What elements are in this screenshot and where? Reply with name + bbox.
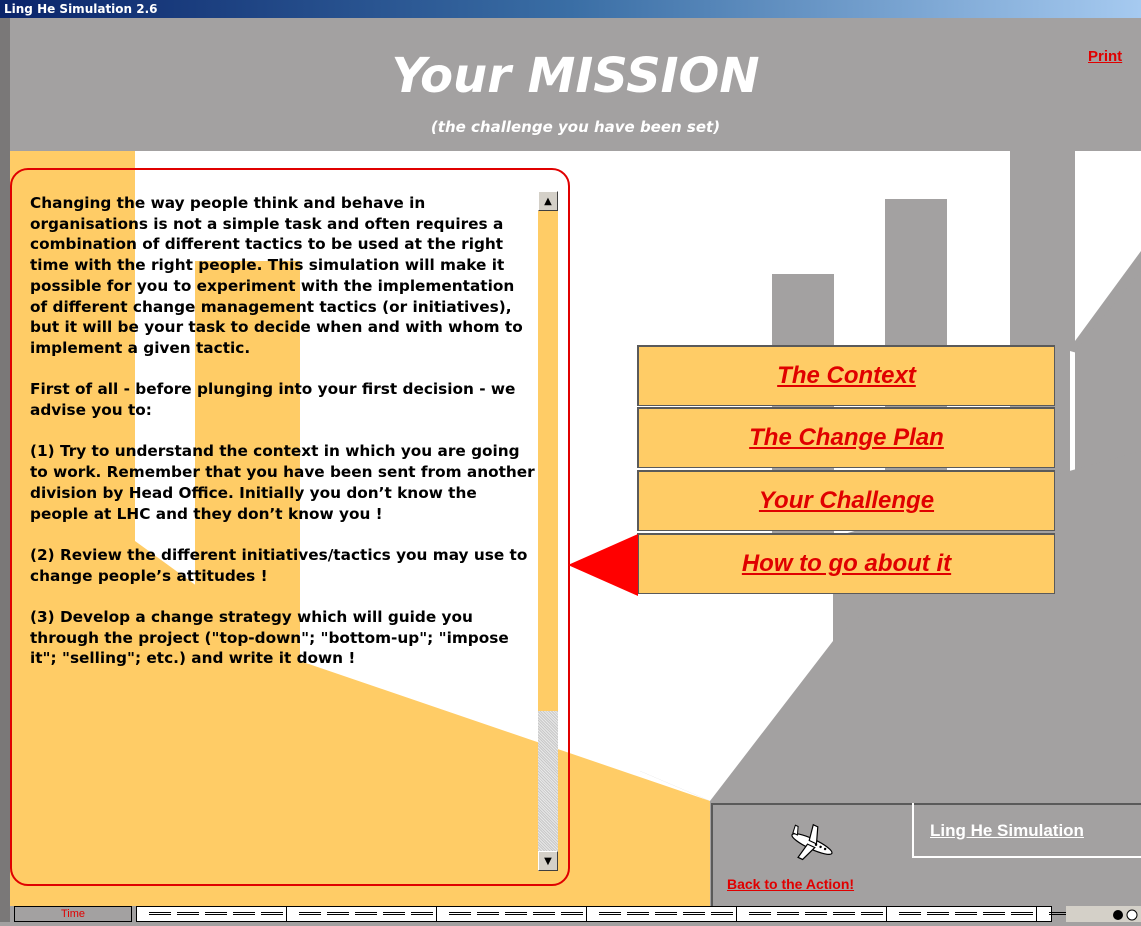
timeline-tick <box>627 912 649 915</box>
mission-paragraph: (3) Develop a change strategy which will… <box>30 608 509 668</box>
mission-paragraph: (1) Try to understand the context in whi… <box>30 442 535 523</box>
timeline-tick <box>983 912 1005 915</box>
menu-item-your-challenge[interactable]: Your Challenge <box>637 470 1055 531</box>
ling-he-simulation-link[interactable]: Ling He Simulation <box>930 821 1084 841</box>
scroll-thumb[interactable] <box>538 711 558 851</box>
timeline-tick <box>449 912 471 915</box>
timeline-tick <box>927 912 949 915</box>
timeline-tick <box>299 912 321 915</box>
timeline-tick <box>355 912 377 915</box>
timeline-tick <box>261 912 283 915</box>
timeline-tick <box>177 912 199 915</box>
menu-item-context[interactable]: The Context <box>637 345 1055 406</box>
timeline-tick <box>505 912 527 915</box>
page-subtitle: (the challenge you have been set) <box>430 118 721 136</box>
timeline-tick <box>711 912 733 915</box>
timeline-tick <box>955 912 977 915</box>
print-link[interactable]: Print <box>1088 48 1122 65</box>
menu-item-change-plan[interactable]: The Change Plan <box>637 407 1055 468</box>
scroll-down-button[interactable]: ▼ <box>538 851 558 871</box>
status-radio-group[interactable] <box>1066 906 1141 922</box>
timeline-tick <box>805 912 827 915</box>
mission-paragraph: Changing the way people think and behave… <box>30 194 523 357</box>
timeline-tick <box>533 912 555 915</box>
timeline-tick <box>205 912 227 915</box>
timeline-tick <box>899 912 921 915</box>
timeline-tick <box>683 912 705 915</box>
scroll-up-button[interactable]: ▲ <box>538 191 558 211</box>
timeline-tick <box>1011 912 1033 915</box>
menu-item-how-to-go-about-it[interactable]: How to go about it <box>637 533 1055 594</box>
timeline-bar <box>136 906 1127 922</box>
window-title-bar: Ling He Simulation 2.6 <box>0 0 1141 18</box>
timeline-tick <box>655 912 677 915</box>
time-label: Time <box>14 906 132 922</box>
timeline-tick <box>477 912 499 915</box>
back-to-action-button[interactable]: Back to the Action! <box>727 876 854 892</box>
airplane-icon[interactable] <box>786 822 838 866</box>
timeline-tick <box>411 912 433 915</box>
timeline-tick <box>749 912 771 915</box>
window-left-edge <box>0 18 10 922</box>
mission-paragraph: First of all - before plunging into your… <box>30 380 516 420</box>
timeline-tick <box>861 912 883 915</box>
timeline-tick <box>233 912 255 915</box>
timeline-tick <box>599 912 621 915</box>
timeline-tick <box>561 912 583 915</box>
timeline-tick <box>777 912 799 915</box>
page-title: Your MISSION <box>391 48 760 104</box>
timeline-tick <box>149 912 171 915</box>
mission-text: Changing the way people think and behave… <box>30 193 535 690</box>
timeline-tick <box>833 912 855 915</box>
timeline-tick <box>383 912 405 915</box>
text-scrollbar[interactable]: ▲ ▼ <box>538 191 558 871</box>
mission-paragraph: (2) Review the different initiatives/tac… <box>30 545 528 585</box>
selection-pointer-icon <box>568 534 638 596</box>
timeline-tick <box>327 912 349 915</box>
